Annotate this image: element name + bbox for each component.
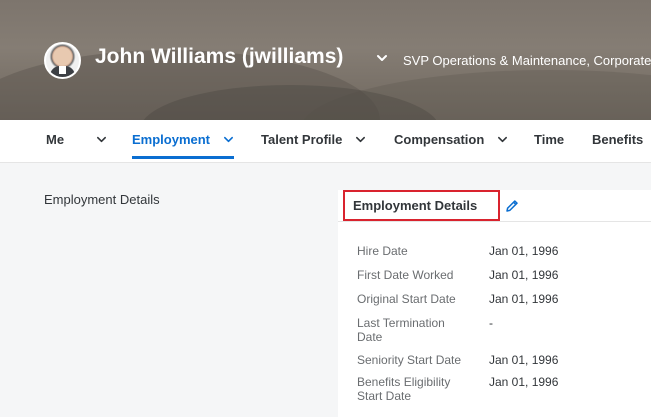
chevron-down-icon[interactable] <box>497 134 508 145</box>
tab-label: Talent Profile <box>261 132 343 147</box>
tab-time[interactable]: Time <box>534 120 564 163</box>
chevron-down-icon[interactable] <box>376 52 388 64</box>
profile-header: John Williams (jwilliams) SVP Operations… <box>0 0 651 120</box>
section-nav-employment-details[interactable]: Employment Details <box>44 192 160 207</box>
tab-label: Employment <box>132 132 211 147</box>
card-header: Employment Details <box>338 190 651 222</box>
field-value: Jan 01, 1996 <box>489 292 559 306</box>
avatar[interactable] <box>44 42 81 79</box>
employment-details-card: Employment Details Hire Date Jan 01, 199… <box>338 190 651 417</box>
field-label: First Date Worked <box>357 268 454 282</box>
avatar-collar <box>59 66 66 74</box>
field-value: Jan 01, 1996 <box>489 244 559 258</box>
chevron-down-icon[interactable] <box>355 134 366 145</box>
tab-me[interactable]: Me <box>46 120 107 163</box>
tab-benefits[interactable]: Benefits <box>592 120 643 163</box>
tab-employment[interactable]: Employment <box>132 120 234 163</box>
card-title: Employment Details <box>343 190 500 221</box>
chevron-down-icon[interactable] <box>96 134 107 145</box>
tab-label: Me <box>46 132 65 147</box>
tab-label: Benefits <box>592 132 644 147</box>
field-label: Last Termination Date <box>357 316 445 344</box>
tab-talent-profile[interactable]: Talent Profile <box>261 120 366 163</box>
chevron-down-icon[interactable] <box>223 134 234 145</box>
field-label: Seniority Start Date <box>357 353 462 367</box>
tab-compensation[interactable]: Compensation <box>394 120 508 163</box>
tab-bar: Me Employment Talent Profile Compensatio… <box>0 120 651 163</box>
profile-name[interactable]: John Williams (jwilliams) <box>95 45 343 69</box>
tab-label: Compensation <box>394 132 485 147</box>
field-value: Jan 01, 1996 <box>489 375 559 389</box>
field-label: Original Start Date <box>357 292 456 306</box>
field-value: Jan 01, 1996 <box>489 353 559 367</box>
field-value: - <box>489 316 493 330</box>
field-label: Benefits Eligibility Start Date <box>357 375 451 403</box>
pencil-icon[interactable] <box>504 198 520 214</box>
field-label: Hire Date <box>357 244 408 258</box>
profile-job-title: SVP Operations & Maintenance, Corporate … <box>403 53 651 68</box>
field-value: Jan 01, 1996 <box>489 268 559 282</box>
tab-label: Time <box>534 132 565 147</box>
